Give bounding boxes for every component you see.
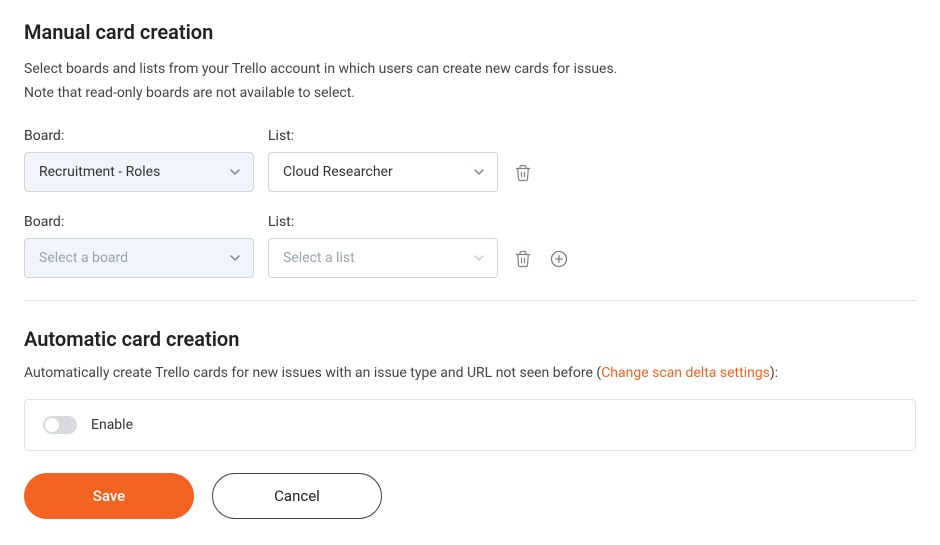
manual-desc-line2: Note that read-only boards are not avail… bbox=[24, 85, 355, 101]
board-label: Board: bbox=[24, 214, 254, 230]
chevron-down-icon bbox=[229, 252, 241, 264]
auto-description: Automatically create Trello cards for ne… bbox=[24, 365, 916, 381]
board-select-value: Recruitment - Roles bbox=[39, 164, 160, 180]
divider bbox=[24, 300, 916, 301]
delete-row-button[interactable] bbox=[512, 154, 534, 192]
board-select[interactable]: Recruitment - Roles bbox=[24, 152, 254, 192]
mapping-row: Board: Recruitment - Roles List: Cloud R… bbox=[24, 128, 916, 192]
plus-circle-icon bbox=[549, 249, 569, 269]
list-select[interactable]: Cloud Researcher bbox=[268, 152, 498, 192]
delete-row-button[interactable] bbox=[512, 240, 534, 278]
auto-desc-suffix: ): bbox=[770, 365, 778, 381]
enable-toggle-label: Enable bbox=[91, 417, 133, 433]
manual-description: Select boards and lists from your Trello… bbox=[24, 58, 916, 106]
auto-heading: Automatic card creation bbox=[24, 327, 916, 351]
add-row-button[interactable] bbox=[548, 240, 570, 278]
chevron-down-icon bbox=[473, 166, 485, 178]
trash-icon bbox=[514, 164, 532, 182]
chevron-down-icon bbox=[229, 166, 241, 178]
enable-toggle[interactable] bbox=[43, 416, 77, 434]
change-scan-delta-link[interactable]: Change scan delta settings bbox=[601, 365, 770, 381]
chevron-down-icon bbox=[473, 252, 485, 264]
auto-desc-prefix: Automatically create Trello cards for ne… bbox=[24, 365, 601, 381]
list-select-value: Cloud Researcher bbox=[283, 164, 393, 180]
mapping-row: Board: Select a board List: Select a lis… bbox=[24, 214, 916, 278]
manual-desc-line1: Select boards and lists from your Trello… bbox=[24, 61, 617, 77]
cancel-button[interactable]: Cancel bbox=[212, 473, 382, 519]
form-buttons: Save Cancel bbox=[24, 473, 916, 519]
trash-icon bbox=[514, 250, 532, 268]
board-select-placeholder: Select a board bbox=[39, 250, 128, 266]
list-label: List: bbox=[268, 214, 498, 230]
list-label: List: bbox=[268, 128, 498, 144]
list-select-placeholder: Select a list bbox=[283, 250, 355, 266]
enable-panel: Enable bbox=[24, 399, 916, 451]
board-select[interactable]: Select a board bbox=[24, 238, 254, 278]
board-label: Board: bbox=[24, 128, 254, 144]
save-button[interactable]: Save bbox=[24, 473, 194, 519]
manual-heading: Manual card creation bbox=[24, 20, 916, 44]
list-select[interactable]: Select a list bbox=[268, 238, 498, 278]
